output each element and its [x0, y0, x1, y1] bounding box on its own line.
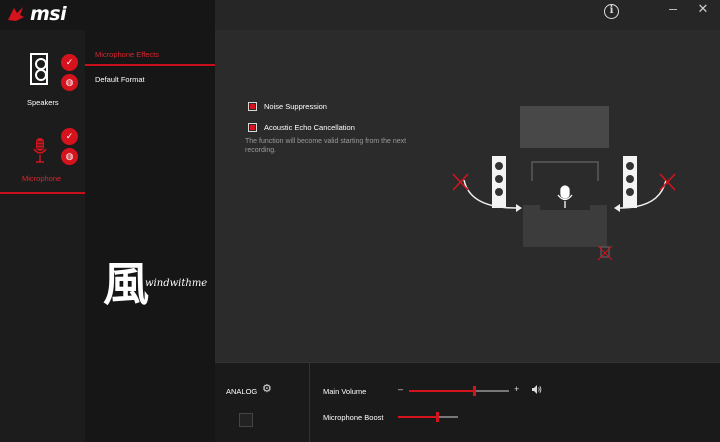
default-comm-icon[interactable]: ◍: [61, 148, 78, 165]
gear-icon[interactable]: ⚙: [262, 384, 273, 395]
device-microphone[interactable]: ✓ ◍ Microphone: [0, 112, 85, 194]
analog-jack-icon: [239, 413, 253, 427]
default-check-icon[interactable]: ✓: [61, 128, 78, 145]
analog-section: ANALOG ⚙: [215, 363, 310, 442]
mic-boost-thumb[interactable]: [436, 412, 439, 422]
desk-shape: [531, 161, 599, 181]
close-button[interactable]: ✕: [696, 2, 710, 16]
main-volume-fill: [409, 390, 474, 392]
minimize-button[interactable]: [668, 4, 680, 14]
volume-decrease-button[interactable]: –: [398, 384, 403, 394]
device-speakers[interactable]: ✓ ◍ Speakers: [0, 30, 85, 110]
logo-text: msi: [30, 3, 67, 25]
echo-cancellation-checkbox[interactable]: [248, 123, 257, 132]
default-comm-icon[interactable]: ◍: [61, 74, 78, 91]
analog-label: ANALOG: [226, 387, 258, 396]
microphone-icon: [33, 138, 47, 163]
effects-panel: Noise Suppression Acoustic Echo Cancella…: [215, 30, 720, 362]
info-button[interactable]: i: [604, 4, 619, 19]
mic-boost-label: Microphone Boost: [323, 413, 384, 422]
main-volume-label: Main Volume: [323, 387, 367, 396]
mic-boost-fill: [398, 416, 437, 418]
device-list: ✓ ◍ Speakers ✓ ◍ Microphone: [0, 30, 85, 442]
watermark-char: 風: [103, 257, 149, 311]
default-check-icon[interactable]: ✓: [61, 54, 78, 71]
dragon-icon: [8, 7, 24, 21]
room-illustration: [452, 106, 676, 261]
chair-shape: [523, 205, 607, 247]
volume-panel: ANALOG ⚙ Main Volume – + Microphone Boos…: [215, 362, 720, 442]
device-label-microphone: Microphone: [22, 174, 62, 183]
effects-note: The function will become valid starting …: [245, 138, 407, 154]
settings-menu: Microphone Effects Default Format 風 wind…: [85, 30, 215, 442]
volume-increase-button[interactable]: +: [514, 384, 519, 394]
tv-screen-shape: [520, 106, 609, 148]
noise-suppression-label: Noise Suppression: [264, 102, 327, 111]
left-mute-cross-icon: [452, 173, 469, 191]
left-arrow-icon: [463, 179, 517, 209]
right-mute-cross-icon: [659, 173, 676, 191]
msi-logo: msi: [6, 3, 67, 25]
noise-suppression-row[interactable]: Noise Suppression: [248, 102, 327, 111]
right-speaker-icon: [623, 156, 637, 208]
echo-cancellation-label: Acoustic Echo Cancellation: [264, 123, 355, 132]
disabled-speaker-icon: [597, 245, 613, 261]
speaker-icon: [30, 53, 48, 85]
echo-cancellation-row[interactable]: Acoustic Echo Cancellation: [248, 123, 355, 132]
device-label-speakers: Speakers: [27, 98, 59, 107]
left-speaker-icon: [492, 156, 506, 208]
menu-item-microphone-effects[interactable]: Microphone Effects: [85, 44, 215, 66]
main-volume-thumb[interactable]: [473, 386, 476, 396]
main-volume-slider[interactable]: [409, 386, 509, 396]
watermark-logo: 風 windwithme: [103, 248, 213, 311]
speaker-volume-icon[interactable]: [532, 385, 542, 394]
menu-item-default-format[interactable]: Default Format: [85, 69, 215, 91]
watermark-text: windwithme: [145, 278, 208, 289]
mic-boost-slider[interactable]: [398, 412, 458, 422]
noise-suppression-checkbox[interactable]: [248, 102, 257, 111]
title-bar: msi i ✕: [0, 0, 720, 30]
